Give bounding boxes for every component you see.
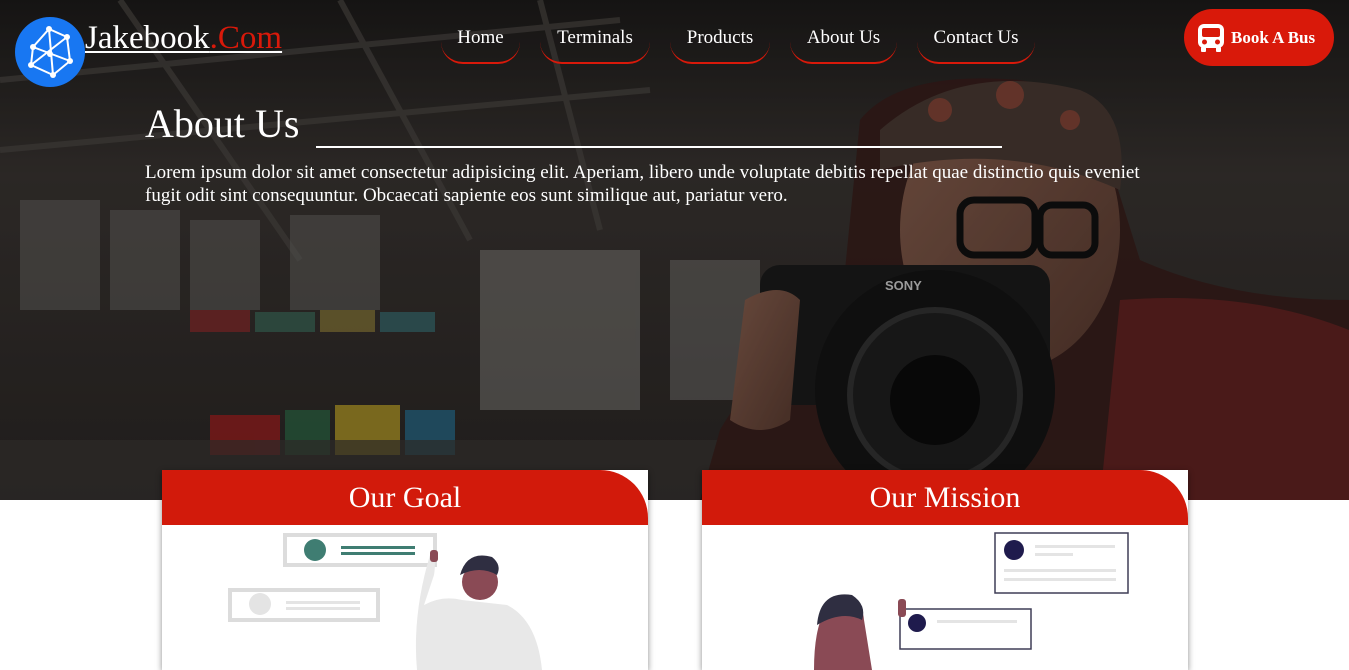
about-divider xyxy=(316,146,1002,148)
nav-about-us[interactable]: About Us xyxy=(790,22,897,64)
about-text: Lorem ipsum dolor sit amet consectetur a… xyxy=(145,162,1140,206)
goal-card: Our Goal xyxy=(162,470,648,670)
brand-name-main: Jakebook xyxy=(85,20,210,56)
mission-illustration xyxy=(814,532,1129,670)
mission-card: Our Mission xyxy=(702,470,1188,670)
book-a-bus-button[interactable]: Book A Bus xyxy=(1184,9,1334,66)
hero-section: SONY Jakebook.Com Home Terminals Product… xyxy=(0,0,1349,500)
brand-name[interactable]: Jakebook.Com xyxy=(85,18,282,58)
hero-background-image: SONY xyxy=(0,0,1349,500)
nav-terminals[interactable]: Terminals xyxy=(540,22,650,64)
mission-card-title: Our Mission xyxy=(702,470,1188,525)
nav-contact-us[interactable]: Contact Us xyxy=(917,22,1035,64)
book-a-bus-label: Book A Bus xyxy=(1231,27,1316,47)
goal-card-title: Our Goal xyxy=(162,470,648,525)
brand-name-suffix: .Com xyxy=(209,20,283,56)
about-title: About Us xyxy=(145,101,300,146)
nav-products[interactable]: Products xyxy=(670,22,770,64)
goal-illustration xyxy=(228,533,542,670)
globe-logo-icon[interactable] xyxy=(15,17,85,87)
bus-icon xyxy=(1198,23,1224,52)
nav-home[interactable]: Home xyxy=(441,22,520,64)
